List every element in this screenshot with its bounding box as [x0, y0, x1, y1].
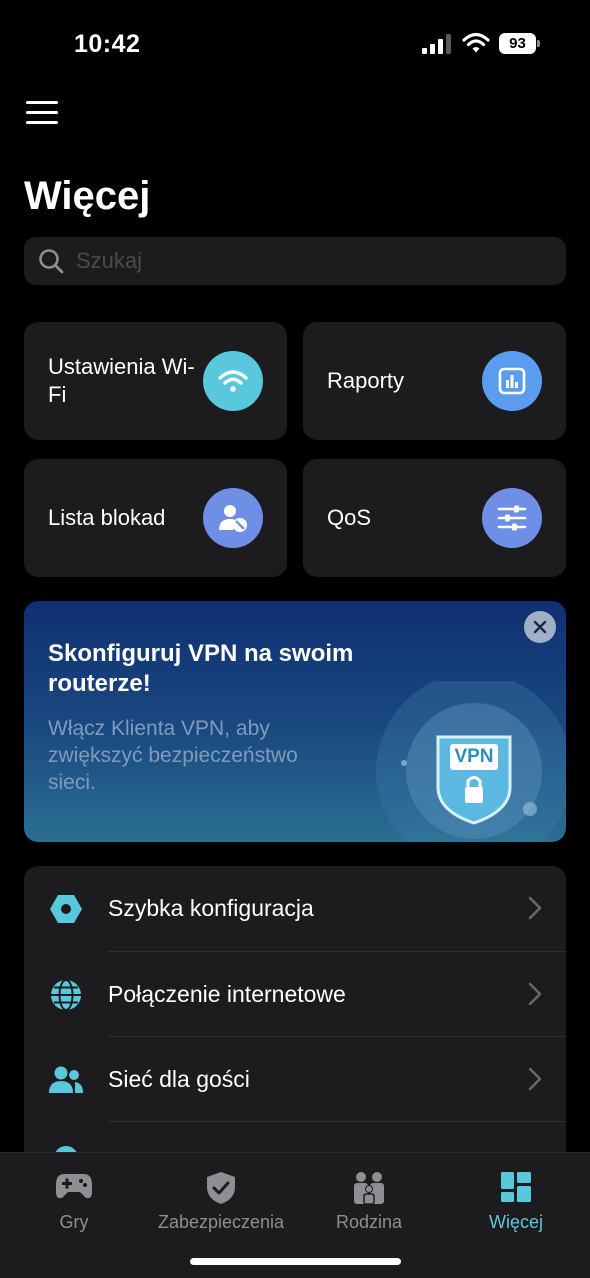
battery-tip [537, 40, 540, 47]
list-item-guest-network[interactable]: Sieć dla gości [24, 1037, 566, 1122]
tile-reports[interactable]: Raporty [303, 322, 566, 440]
cellular-signal-icon [422, 34, 451, 54]
settings-list: Szybka konfiguracja Połączenie interneto… [24, 866, 566, 1166]
globe-icon [48, 977, 84, 1013]
tab-security[interactable]: Zabezpieczenia [147, 1153, 295, 1253]
tab-games[interactable]: Gry [0, 1153, 148, 1253]
tab-family[interactable]: Rodzina [295, 1153, 443, 1253]
list-item-label: Szybka konfiguracja [108, 895, 314, 921]
search-bar[interactable] [24, 237, 566, 285]
list-item-internet-connection[interactable]: Połączenie internetowe [24, 952, 566, 1037]
promo-text: Włącz Klienta VPN, aby zwiększyć bezpiec… [48, 717, 298, 794]
battery-level: 93 [499, 33, 536, 54]
shield-icon [207, 1172, 235, 1204]
promo-badge: VPN [454, 746, 494, 767]
tab-label: Gry [59, 1212, 89, 1232]
chevron-right-icon [528, 1067, 542, 1091]
status-time: 10:42 [74, 30, 141, 58]
wifi-status-icon [462, 32, 490, 53]
tab-label: Zabezpieczenia [157, 1212, 285, 1232]
tile-block-list[interactable]: Lista blokad [24, 459, 287, 577]
gamepad-icon [56, 1174, 92, 1199]
status-bar: 10:42 93 [0, 0, 590, 90]
tile-label: Ustawienia Wi-Fi [48, 354, 195, 407]
tab-label: Więcej [488, 1212, 543, 1232]
tile-label: Raporty [327, 368, 405, 393]
tile-label: Lista blokad [48, 505, 166, 530]
chevron-right-icon [528, 982, 542, 1006]
list-item-label: Połączenie internetowe [108, 981, 346, 1007]
menu-icon[interactable] [26, 100, 58, 126]
tile-wifi-settings[interactable]: Ustawienia Wi-Fi [24, 322, 287, 440]
hexagon-icon [48, 891, 84, 927]
tab-label: Rodzina [335, 1212, 403, 1232]
promo-title: Skonfiguruj VPN na swoim routerze! [48, 640, 354, 697]
wifi-icon [203, 351, 263, 411]
close-icon[interactable] [524, 611, 556, 643]
guests-icon [48, 1062, 84, 1098]
vpn-promo-banner[interactable]: Skonfiguruj VPN na swoim routerze! Włącz… [24, 601, 566, 842]
page-title: Więcej [24, 174, 151, 218]
home-indicator[interactable] [190, 1258, 401, 1265]
list-item-label: Sieć dla gości [108, 1066, 250, 1092]
sliders-icon [482, 488, 542, 548]
search-input[interactable] [76, 237, 546, 285]
battery-indicator: 93 [499, 33, 541, 54]
block-user-icon [203, 488, 263, 548]
search-icon [39, 249, 64, 274]
list-item-quick-setup[interactable]: Szybka konfiguracja [24, 866, 566, 951]
chevron-right-icon [528, 896, 542, 920]
tile-qos[interactable]: QoS [303, 459, 566, 577]
tab-more[interactable]: Więcej [442, 1153, 590, 1253]
family-icon [354, 1172, 384, 1205]
tile-label: QoS [327, 505, 372, 530]
grid-icon [501, 1172, 531, 1202]
bar-chart-icon [482, 351, 542, 411]
